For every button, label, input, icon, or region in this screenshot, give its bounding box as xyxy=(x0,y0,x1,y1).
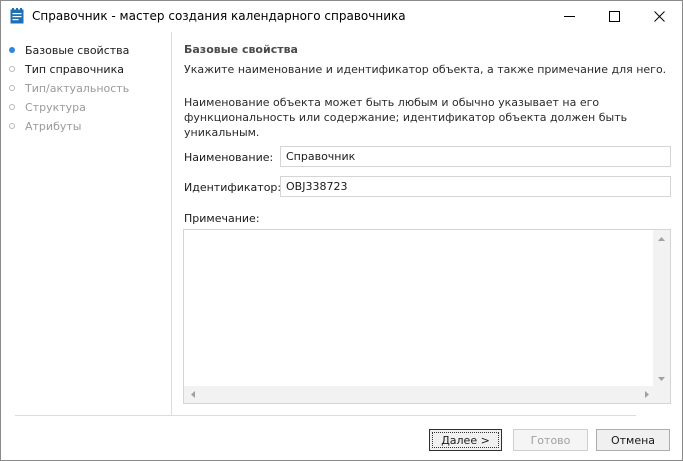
maximize-button[interactable] xyxy=(592,1,637,32)
note-horizontal-scrollbar[interactable] xyxy=(184,386,655,403)
id-input[interactable] xyxy=(280,176,671,197)
note-vertical-scrollbar[interactable] xyxy=(653,230,670,387)
window-title: Справочник - мастер создания календарног… xyxy=(32,9,406,23)
scrollbar-corner xyxy=(653,386,670,403)
title-bar[interactable]: Справочник - мастер создания календарног… xyxy=(1,1,682,32)
step-active-dot-icon xyxy=(9,47,15,53)
scroll-up-icon[interactable] xyxy=(653,230,670,247)
minimize-icon xyxy=(564,11,575,22)
name-input[interactable] xyxy=(280,146,671,167)
step-label: Тип справочника xyxy=(25,62,124,76)
next-button[interactable]: Далее > xyxy=(429,429,502,451)
close-icon xyxy=(654,11,665,22)
step-type-relevance: Тип/актуальность xyxy=(9,79,129,97)
page-description: Наименование объекта может быть любым и … xyxy=(184,96,628,139)
step-dot-icon xyxy=(9,123,15,129)
step-label: Тип/актуальность xyxy=(25,81,130,95)
step-label: Базовые свойства xyxy=(25,43,130,57)
maximize-icon xyxy=(609,11,620,22)
step-label: Атрибуты xyxy=(25,119,82,133)
id-label: Идентификатор: xyxy=(184,181,282,194)
step-dot-icon xyxy=(9,85,15,91)
step-structure: Структура xyxy=(9,98,86,116)
page-subtitle: Укажите наименование и идентификатор объ… xyxy=(184,63,667,76)
note-label: Примечание: xyxy=(184,212,260,225)
calendar-directory-icon xyxy=(10,8,24,24)
page-title: Базовые свойства xyxy=(184,43,298,56)
minimize-button[interactable] xyxy=(547,1,592,32)
done-button-label: Готово xyxy=(530,433,571,447)
cancel-button[interactable]: Отмена xyxy=(596,429,670,451)
scroll-down-icon[interactable] xyxy=(653,370,670,387)
button-bar: Далее > Готово Отмена xyxy=(1,416,682,460)
cancel-button-label: Отмена xyxy=(610,433,656,447)
close-button[interactable] xyxy=(637,1,682,32)
scroll-left-icon[interactable] xyxy=(184,386,201,403)
step-basic-properties[interactable]: Базовые свойства xyxy=(9,41,129,59)
wizard-steps: Базовые свойства Тип справочника Тип/акт… xyxy=(1,32,171,415)
name-label: Наименование: xyxy=(184,151,274,164)
wizard-page: Базовые свойства Укажите наименование и … xyxy=(172,32,682,415)
step-directory-type[interactable]: Тип справочника xyxy=(9,60,124,78)
step-label: Структура xyxy=(25,100,86,114)
note-textarea[interactable] xyxy=(183,229,671,404)
step-dot-icon xyxy=(9,66,15,72)
focus-rect xyxy=(432,432,499,448)
step-attributes: Атрибуты xyxy=(9,117,81,135)
wizard-window: Справочник - мастер создания календарног… xyxy=(0,0,683,461)
step-dot-icon xyxy=(9,104,15,110)
done-button: Готово xyxy=(513,429,588,451)
